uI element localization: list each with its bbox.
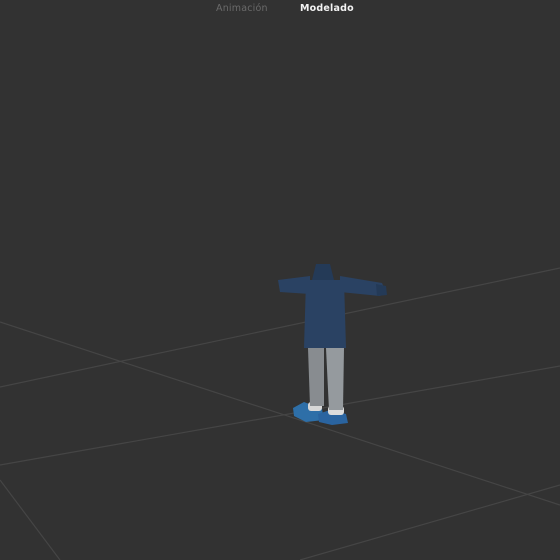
sweater-collar — [312, 264, 334, 280]
grid-line — [299, 484, 560, 560]
ground-grid — [0, 267, 560, 560]
sweater-body — [304, 280, 346, 348]
left-pant-leg — [308, 348, 324, 406]
scene-canvas[interactable] — [0, 0, 560, 560]
mode-tabs: Animación Modelado — [0, 0, 560, 20]
tab-modeling[interactable]: Modelado — [300, 3, 354, 14]
left-arm — [278, 276, 310, 294]
character-model[interactable] — [278, 264, 387, 425]
grid-line — [0, 479, 61, 560]
grid-line — [0, 365, 560, 466]
right-pant-leg — [326, 348, 344, 410]
tab-animation[interactable]: Animación — [216, 3, 268, 14]
right-cuff — [376, 284, 387, 296]
grid-line — [0, 321, 560, 506]
3d-viewport[interactable]: Animación Modelado — [0, 0, 560, 560]
